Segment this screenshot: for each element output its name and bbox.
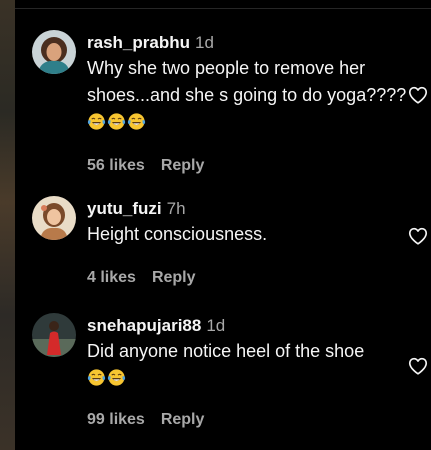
username[interactable]: snehapujari88: [87, 316, 201, 335]
comment-item: snehapujari88 1d Did anyone notice heel o…: [15, 313, 431, 443]
avatar[interactable]: [32, 196, 76, 240]
comment-text-content: Why she two people to remove her shoes..…: [87, 58, 407, 105]
avatar[interactable]: [32, 313, 76, 357]
comment-body: yutu_fuzi 7h Height consciousness. 4 like…: [87, 198, 407, 287]
comment-actions: 56 likes Reply: [87, 157, 407, 175]
username[interactable]: rash_prabhu: [87, 33, 190, 52]
likes-count[interactable]: 99 likes: [87, 411, 145, 428]
comment-body: snehapujari88 1d Did anyone notice heel o…: [87, 315, 407, 429]
top-divider: [15, 8, 431, 9]
reply-button[interactable]: Reply: [152, 269, 196, 286]
reply-button[interactable]: Reply: [161, 411, 205, 428]
heart-outline-icon[interactable]: [407, 355, 429, 377]
heart-outline-icon[interactable]: [407, 225, 429, 247]
username[interactable]: yutu_fuzi: [87, 199, 162, 218]
face-with-tears-of-joy-icon: [107, 368, 126, 387]
face-with-tears-of-joy-icon: [107, 112, 126, 131]
likes-count[interactable]: 56 likes: [87, 157, 145, 174]
face-with-tears-of-joy-icon: [87, 112, 106, 131]
timestamp: 1d: [194, 33, 214, 52]
likes-count[interactable]: 4 likes: [87, 269, 136, 286]
comment-text: Height consciousness.: [87, 221, 407, 248]
comment-header: yutu_fuzi 7h: [87, 198, 407, 220]
comment-actions: 4 likes Reply: [87, 269, 407, 287]
comments-panel: rash_prabhu 1d Why she two people to remo…: [15, 0, 431, 450]
comment-text-content: Did anyone notice heel of the shoe: [87, 341, 365, 361]
avatar[interactable]: [32, 30, 76, 74]
comment-text: Why she two people to remove her shoes..…: [87, 55, 407, 136]
reply-button[interactable]: Reply: [161, 157, 205, 174]
comment-body: rash_prabhu 1d Why she two people to remo…: [87, 32, 407, 175]
comment-text-content: Height consciousness.: [87, 224, 268, 244]
comment-item: rash_prabhu 1d Why she two people to remo…: [15, 30, 431, 174]
comment-header: rash_prabhu 1d: [87, 32, 407, 54]
heart-outline-icon[interactable]: [407, 84, 429, 106]
background-video-strip: [0, 0, 15, 450]
timestamp: 1d: [206, 316, 226, 335]
comment-actions: 99 likes Reply: [87, 411, 407, 429]
comment-item: yutu_fuzi 7h Height consciousness. 4 like…: [15, 196, 431, 286]
comment-header: snehapujari88 1d: [87, 315, 407, 337]
face-with-tears-of-joy-icon: [87, 368, 106, 387]
face-with-tears-of-joy-icon: [127, 112, 146, 131]
timestamp: 7h: [166, 199, 186, 218]
comment-text: Did anyone notice heel of the shoe: [87, 338, 407, 392]
